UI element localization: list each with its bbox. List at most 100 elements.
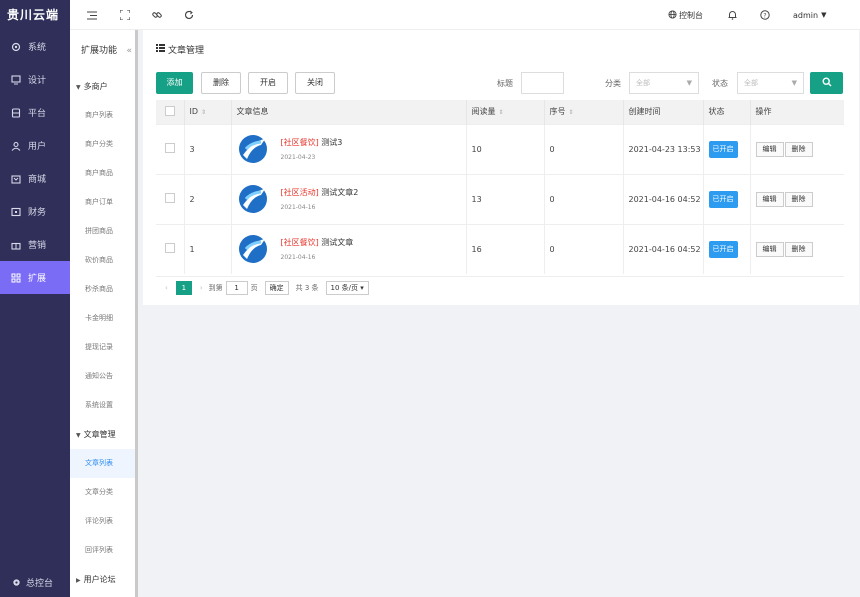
- row-select-cell: [156, 123, 185, 174]
- subnav-item[interactable]: 商户商品: [70, 159, 135, 188]
- caret-down-icon: ▼: [76, 84, 81, 91]
- search-icon: [821, 76, 832, 90]
- table-row: 1 [社区餐饮] 测试文章 2021-04-16 16 0 2021-04-16…: [156, 223, 844, 274]
- group-merchant[interactable]: ▼ 多商户: [70, 72, 135, 101]
- fullscreen-icon[interactable]: [119, 9, 131, 21]
- group-forum[interactable]: ▶ 用户论坛: [70, 565, 135, 594]
- nav-item-platform[interactable]: 平台: [0, 96, 70, 129]
- sort-icon: ⇕: [498, 109, 504, 117]
- title-filter-input[interactable]: [521, 72, 564, 94]
- subnav-item[interactable]: 拼团商品: [70, 217, 135, 246]
- category-filter-select[interactable]: 全部 ▼: [629, 72, 699, 94]
- user-name: admin: [793, 10, 819, 20]
- col-header-text: 创建时间: [628, 107, 661, 117]
- subnav-item[interactable]: 卡金明细: [70, 304, 135, 333]
- nav-item-user[interactable]: 用户: [0, 129, 70, 162]
- next-page-icon[interactable]: ›: [200, 284, 203, 292]
- cell-actions: 编辑 删除: [750, 123, 844, 174]
- nav-console[interactable]: 总控台: [10, 576, 53, 589]
- article-title[interactable]: 测试文章: [321, 238, 353, 247]
- table-row: 3 [社区餐饮] 测试3 2021-04-23 10 0 2021-04-23 …: [156, 123, 844, 174]
- subnav-item[interactable]: 回评列表: [70, 536, 135, 565]
- refresh-icon[interactable]: [183, 9, 195, 21]
- article-title[interactable]: 测试文章2: [321, 188, 358, 197]
- console-link[interactable]: 控制台: [668, 0, 703, 30]
- subnav-item[interactable]: 文章分类: [70, 478, 135, 507]
- col-header-info: 文章信息: [231, 100, 467, 124]
- search-button[interactable]: [810, 72, 843, 94]
- select-all-checkbox[interactable]: [165, 105, 175, 116]
- goto-page-input[interactable]: 1: [225, 280, 248, 295]
- open-button[interactable]: 开启: [248, 72, 288, 94]
- row-checkbox[interactable]: [165, 193, 175, 203]
- col-header-text: ID: [189, 107, 199, 117]
- menu-fold-icon[interactable]: [86, 9, 98, 21]
- cell-id: 2: [184, 173, 232, 224]
- nav-item-system[interactable]: 系统: [0, 30, 70, 63]
- article-title[interactable]: 测试3: [321, 138, 342, 147]
- user-menu[interactable]: admin ▼: [793, 0, 826, 30]
- col-header-text: 操作: [755, 107, 772, 117]
- goto-confirm-button[interactable]: 确定: [264, 280, 289, 295]
- cell-id: 1: [184, 223, 232, 274]
- subnav-item[interactable]: 系统设置: [70, 391, 135, 420]
- nav-item-shop[interactable]: 商城: [0, 162, 70, 195]
- edit-button[interactable]: 编辑: [755, 141, 784, 157]
- col-header-views[interactable]: 阅读量 ⇕: [466, 100, 545, 124]
- cell-info: [社区餐饮] 测试文章 2021-04-16: [231, 223, 467, 274]
- subnav-item[interactable]: 商户列表: [70, 101, 135, 130]
- subnav-item[interactable]: 评论列表: [70, 507, 135, 536]
- subnav-item[interactable]: 商户分类: [70, 130, 135, 159]
- edit-button[interactable]: 编辑: [755, 241, 784, 257]
- prev-page-icon[interactable]: ‹: [165, 284, 168, 292]
- page-size-select[interactable]: 10 条/页 ▾: [325, 280, 369, 295]
- row-checkbox[interactable]: [165, 143, 175, 153]
- delete-button[interactable]: 删除: [201, 72, 241, 94]
- col-header-id[interactable]: ID ⇕: [184, 100, 232, 124]
- subnav-item-active[interactable]: 文章列表: [70, 449, 135, 478]
- collapse-icon[interactable]: «: [126, 30, 132, 72]
- col-header-order[interactable]: 序号 ⇕: [544, 100, 624, 124]
- page-title: 文章管理: [156, 43, 204, 56]
- nav-label: 设计: [28, 76, 47, 86]
- subnav-item[interactable]: 商户订单: [70, 188, 135, 217]
- edit-button[interactable]: 编辑: [755, 191, 784, 207]
- status-filter-select[interactable]: 全部 ▼: [737, 72, 804, 94]
- subnav-item[interactable]: 通知公告: [70, 362, 135, 391]
- status-toggle[interactable]: 已开启: [708, 190, 738, 208]
- row-delete-button[interactable]: 删除: [784, 191, 813, 207]
- status-toggle[interactable]: 已开启: [708, 140, 738, 158]
- cell-info: [社区餐饮] 测试3 2021-04-23: [231, 123, 467, 174]
- col-header-text: 序号: [549, 107, 566, 117]
- close-button[interactable]: 关闭: [295, 72, 335, 94]
- group-article[interactable]: ▼ 文章管理: [70, 420, 135, 449]
- page-number-current[interactable]: 1: [175, 280, 192, 295]
- bell-icon[interactable]: [726, 9, 738, 21]
- caret-down-icon: ▼: [821, 11, 827, 19]
- row-checkbox[interactable]: [165, 243, 175, 254]
- console-label: 控制台: [679, 10, 703, 20]
- nav-item-finance[interactable]: 财务: [0, 195, 70, 228]
- subnav-item[interactable]: 砍价商品: [70, 246, 135, 275]
- cell-actions: 编辑 删除: [750, 173, 844, 224]
- row-delete-button[interactable]: 删除: [784, 141, 813, 157]
- link-icon[interactable]: [151, 9, 163, 21]
- nav-item-design[interactable]: 设计: [0, 63, 70, 96]
- article-thumbnail: [238, 235, 267, 264]
- cell-order: 0: [544, 223, 624, 274]
- row-delete-button[interactable]: 删除: [784, 241, 813, 257]
- add-button[interactable]: 添加: [156, 72, 193, 94]
- wallet-icon: [10, 206, 22, 218]
- cell-created: 2021-04-16 04:52: [623, 173, 704, 224]
- help-icon[interactable]: ?: [759, 9, 771, 21]
- goto-label: 到第: [208, 283, 223, 292]
- nav-item-extend[interactable]: 扩展: [0, 261, 70, 294]
- chevron-down-icon: ▼: [791, 79, 797, 87]
- shop-icon: [10, 173, 22, 185]
- subnav-item[interactable]: 秒杀商品: [70, 275, 135, 304]
- status-toggle[interactable]: 已开启: [708, 240, 738, 258]
- subnav-item[interactable]: 提现记录: [70, 333, 135, 362]
- nav-item-marketing[interactable]: 营销: [0, 228, 70, 261]
- row-select-cell: [156, 173, 185, 224]
- article-date: 2021-04-16: [280, 204, 316, 211]
